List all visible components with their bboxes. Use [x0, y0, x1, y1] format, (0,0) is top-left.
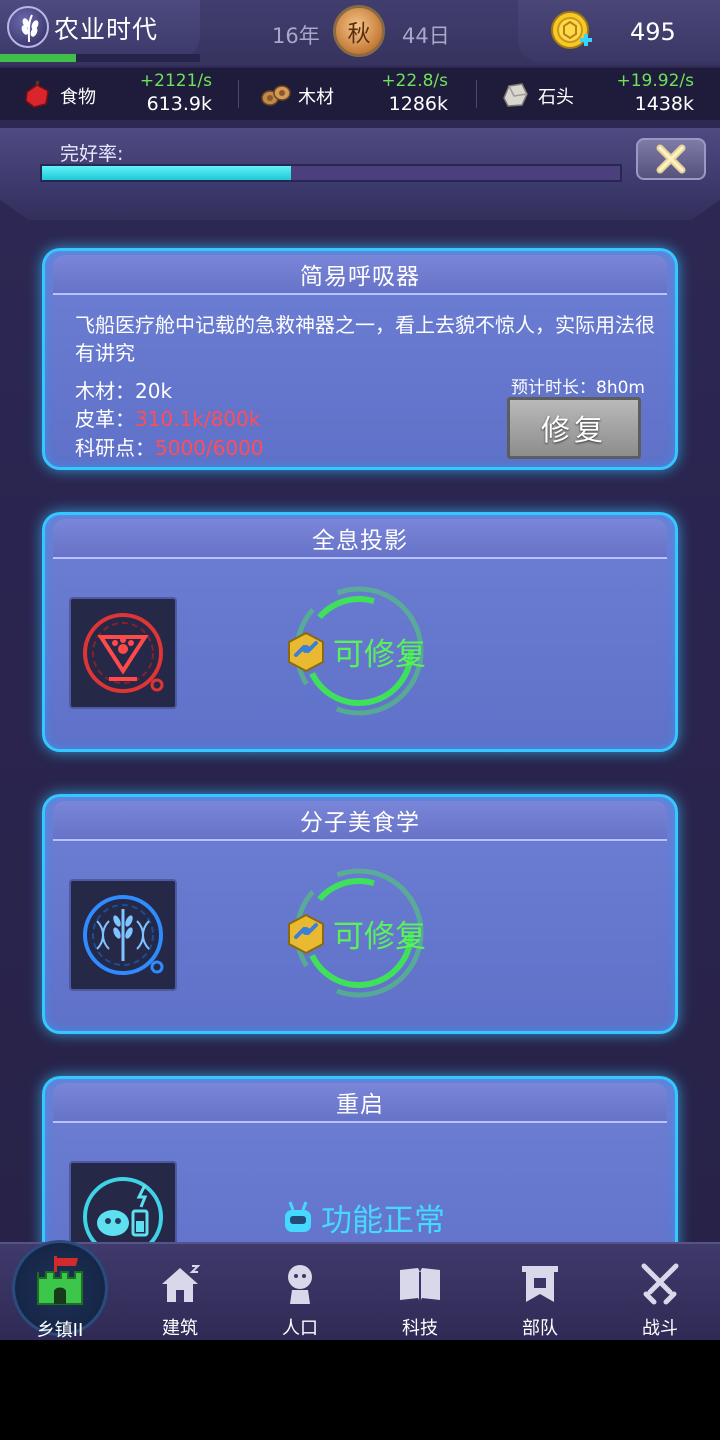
- gold-plate: [518, 0, 720, 62]
- resource-amount: 1438k: [634, 93, 694, 115]
- integrity-label: 完好率:: [60, 143, 124, 165]
- status-label: 可修复: [285, 629, 426, 674]
- card-title: 简易呼吸器: [300, 264, 420, 290]
- close-button[interactable]: [636, 138, 706, 180]
- nav-label: 科技: [402, 1318, 438, 1339]
- card-description: 飞船医疗舱中记载的急救神器之一，看上去貌不惊人，实际用法很有讲究: [75, 313, 655, 365]
- resource-name: 木材: [298, 87, 334, 108]
- requirement-research: 科研点：5000/6000: [75, 432, 264, 461]
- robot-head-icon: [285, 1200, 311, 1232]
- device-card-list[interactable]: 简易呼吸器 飞船医疗舱中记载的急救神器之一，看上去貌不惊人，实际用法很有讲究 木…: [0, 232, 720, 1242]
- nav-population[interactable]: 人口: [240, 1244, 360, 1340]
- device-card-hologram[interactable]: 全息投影 可修复: [42, 512, 678, 752]
- nav-battle[interactable]: 战斗: [600, 1244, 720, 1340]
- resource-rate: +19.92/s: [616, 71, 695, 91]
- nav-technology[interactable]: 科技: [360, 1244, 480, 1340]
- era-title: 农业时代: [54, 15, 159, 44]
- estimated-duration: 预计时长：8h0m: [511, 378, 645, 398]
- game-screen: 农业时代 16年 秋 44日 495 食物 +2121/s 613.9k 木材 …: [0, 0, 720, 1340]
- hologram-paw-icon: [69, 597, 177, 709]
- divider: [238, 80, 239, 108]
- meat-icon: [25, 80, 49, 108]
- status-text: 可修复: [333, 637, 426, 673]
- status-label: 可修复: [285, 911, 426, 956]
- nav-label: 部队: [522, 1318, 558, 1339]
- device-card-reboot[interactable]: 重启 功能正常: [42, 1076, 678, 1242]
- requirement-leather: 皮革：310.1k/800k: [75, 403, 260, 432]
- wheat-emblem-icon: [7, 6, 49, 48]
- card-header: 重启: [53, 1083, 667, 1123]
- season-badge: 秋: [333, 5, 385, 57]
- nav-label: 乡镇II: [36, 1320, 84, 1340]
- card-header: 简易呼吸器: [53, 255, 667, 295]
- resource-amount: 1286k: [388, 93, 448, 115]
- empty-system-area: [0, 1340, 720, 1440]
- requirement-label: 科研点：: [75, 436, 155, 460]
- card-header: 分子美食学: [53, 801, 667, 841]
- repair-status: 可修复: [197, 581, 527, 721]
- resource-stone[interactable]: 石头 +19.92/s 1438k: [500, 68, 694, 120]
- nav-label: 建筑: [162, 1318, 198, 1339]
- gold-value: 495: [630, 18, 676, 46]
- resource-name: 食物: [60, 87, 96, 108]
- banner-icon: [522, 1266, 558, 1302]
- bottom-nav: 乡镇II 建筑 人口 科技 部队 战斗: [0, 1240, 720, 1340]
- top-bar: 农业时代 16年 秋 44日 495: [0, 0, 720, 66]
- integrity-panel: 完好率:: [0, 128, 720, 220]
- date-year: 16年: [272, 24, 320, 48]
- requirement-label: 木材：: [75, 379, 135, 403]
- nav-label: 战斗: [642, 1318, 678, 1339]
- resource-rate: +22.8/s: [381, 71, 448, 91]
- card-header: 全息投影: [53, 519, 667, 559]
- integrity-bar: [40, 164, 622, 182]
- wrench-hex-icon: [288, 631, 324, 672]
- resource-bar: 食物 +2121/s 613.9k 木材 +22.8/s 1286k 石头 +1…: [0, 68, 720, 120]
- nav-label: 人口: [282, 1318, 318, 1339]
- status-label: 功能正常: [281, 1195, 445, 1240]
- castle-icon: [37, 1256, 83, 1305]
- crossed-swords-icon: [641, 1263, 679, 1305]
- resource-food[interactable]: 食物 +2121/s 613.9k: [22, 68, 212, 120]
- requirement-value: 310.1k/800k: [135, 407, 261, 431]
- requirement-label: 皮革：: [75, 407, 135, 431]
- close-icon: [656, 144, 686, 174]
- era-progress-bar: [0, 54, 200, 62]
- integrity-fill: [42, 166, 291, 180]
- status-text: 可修复: [333, 919, 426, 955]
- wood-icon: [261, 85, 291, 106]
- resource-amount: 613.9k: [146, 93, 212, 115]
- resource-wood[interactable]: 木材 +22.8/s 1286k: [260, 68, 448, 120]
- status-text: 功能正常: [321, 1203, 445, 1239]
- wrench-hex-icon: [288, 913, 324, 954]
- book-icon: [400, 1268, 440, 1302]
- divider: [476, 80, 477, 108]
- season-label: 秋: [347, 21, 371, 47]
- requirement-wood: 木材：20k: [75, 375, 172, 404]
- requirement-value: 5000/6000: [155, 436, 264, 460]
- repair-button[interactable]: 修复: [507, 397, 641, 459]
- era-plate[interactable]: 农业时代: [0, 0, 200, 62]
- repair-status: 可修复: [197, 863, 527, 1003]
- card-title: 全息投影: [312, 528, 408, 554]
- nav-buildings[interactable]: 建筑: [120, 1244, 240, 1340]
- device-card-respirator: 简易呼吸器 飞船医疗舱中记载的急救神器之一，看上去貌不惊人，实际用法很有讲究 木…: [42, 248, 678, 470]
- date-day: 44日: [402, 24, 450, 48]
- nav-troops[interactable]: 部队: [480, 1244, 600, 1340]
- person-icon: [288, 1265, 312, 1304]
- nav-town[interactable]: 乡镇II: [0, 1240, 120, 1340]
- card-title: 分子美食学: [300, 810, 420, 836]
- gold-coin-add-icon[interactable]: [550, 10, 594, 54]
- robot-battery-icon: [69, 1161, 177, 1242]
- era-progress-fill: [0, 54, 76, 62]
- requirement-value: 20k: [135, 379, 173, 403]
- stone-icon: [503, 83, 528, 107]
- house-icon: [162, 1265, 201, 1302]
- resource-name: 石头: [538, 87, 574, 108]
- card-title: 重启: [336, 1092, 384, 1118]
- device-card-molecular-gastronomy[interactable]: 分子美食学 可修复: [42, 794, 678, 1034]
- wheat-dna-icon: [69, 879, 177, 991]
- resource-rate: +2121/s: [139, 71, 212, 91]
